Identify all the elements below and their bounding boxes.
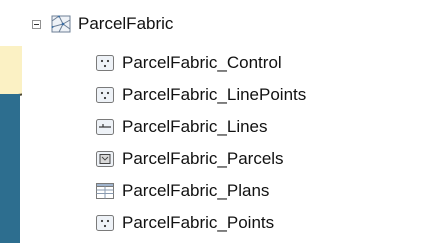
catalog-tree: ParcelFabric ParcelFabric_Control Parcel… — [22, 0, 436, 243]
tree-item-label: ParcelFabric_Points — [122, 213, 275, 232]
collapse-icon[interactable] — [32, 19, 41, 29]
point-feature-class-icon — [95, 86, 115, 104]
parcel-fabric-dataset-icon — [51, 15, 71, 33]
tree-item-label: ParcelFabric_Control — [122, 53, 282, 72]
tree-item-parcelfabric-lines[interactable]: ParcelFabric_Lines — [95, 112, 268, 142]
point-feature-class-icon — [95, 214, 115, 232]
tree-item-label: ParcelFabric_Parcels — [122, 149, 284, 168]
tree-node-label: ParcelFabric — [78, 14, 174, 33]
tree-item-parcelfabric-parcels[interactable]: ParcelFabric_Parcels — [95, 144, 284, 174]
line-feature-class-icon — [95, 118, 115, 136]
tree-item-label: ParcelFabric_Lines — [122, 117, 268, 136]
tree-item-parcelfabric-points[interactable]: ParcelFabric_Points — [95, 208, 274, 238]
tree-item-label: ParcelFabric_Plans — [122, 181, 270, 200]
table-icon — [95, 182, 115, 200]
point-feature-class-icon — [95, 54, 115, 72]
tree-item-parcelfabric-plans[interactable]: ParcelFabric_Plans — [95, 176, 269, 206]
tree-item-parcelfabric-control[interactable]: ParcelFabric_Control — [95, 48, 282, 78]
tree-item-label: ParcelFabric_LinePoints — [122, 85, 307, 104]
polygon-feature-class-icon — [95, 150, 115, 168]
tree-node-parcel-fabric[interactable]: ParcelFabric — [32, 9, 173, 39]
tree-item-parcelfabric-linepoints[interactable]: ParcelFabric_LinePoints — [95, 80, 306, 110]
background-map-water — [0, 94, 20, 243]
